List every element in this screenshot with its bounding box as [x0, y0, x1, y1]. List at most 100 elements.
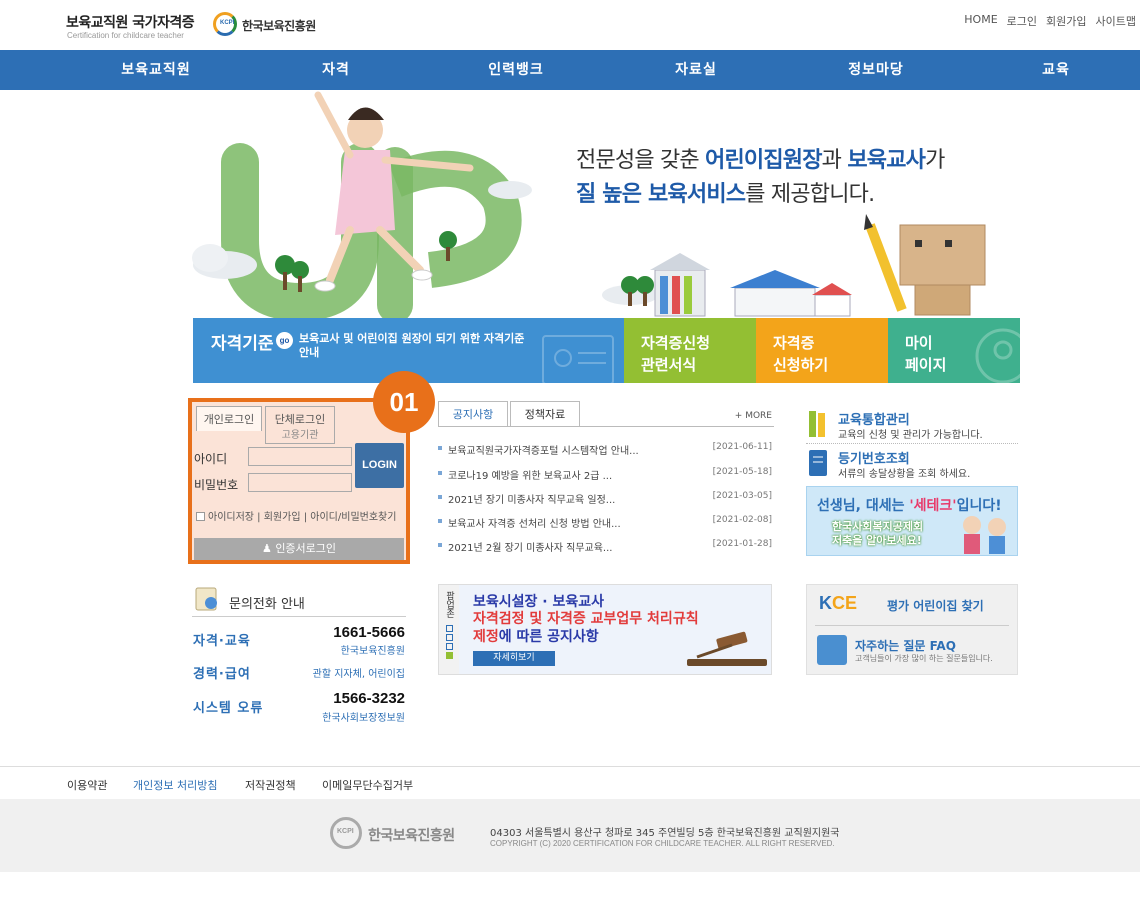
pager-dot[interactable]	[445, 643, 453, 650]
site-footer: KCPI 한국보육진흥원 04303 서울특별시 용산구 청파로 345 주연빌…	[0, 799, 1140, 872]
footer-org-name: 한국보육진흥원	[368, 828, 455, 844]
tab-policy[interactable]: 정책자료	[510, 401, 580, 427]
faq-link[interactable]: 자주하는 질문 FAQ	[855, 637, 956, 654]
password-input[interactable]	[248, 473, 352, 492]
utility-nav: HOME 로그인 회원가입 사이트맵	[964, 13, 1136, 29]
edu-management-link[interactable]: 교육통합관리 교육의 신청 및 관리가 가능합니다.	[806, 409, 1018, 441]
contact-label: 자격·교육	[193, 634, 251, 649]
email-refusal-link[interactable]: 이메일무단수집거부	[322, 777, 413, 793]
bullet-icon	[438, 471, 442, 475]
notice-title: 코로나19 예방을 위한 보육교사 2급 ...	[448, 471, 613, 482]
kce-logo-k: K	[819, 593, 832, 613]
divider	[815, 625, 1009, 626]
save-id-checkbox[interactable]	[196, 512, 205, 521]
contact-title: 문의전화 안내	[229, 597, 305, 612]
notice-date: [2021-05-18]	[712, 467, 772, 477]
nav-item-info[interactable]: 정보마당	[848, 50, 904, 90]
quick-apply[interactable]: 자격증 신청하기	[756, 318, 888, 383]
bullet-icon	[438, 519, 442, 523]
nav-item-library[interactable]: 자료실	[675, 50, 717, 90]
util-sitemap-link[interactable]: 사이트맵	[1096, 13, 1136, 29]
terms-link[interactable]: 이용약관	[67, 777, 107, 793]
contact-label: 시스템 오류	[193, 701, 264, 716]
popup-banner[interactable]: 보육시설장 · 보육교사 자격검정 및 자격증 교부업무 처리규칙 제정에 따른…	[459, 585, 771, 674]
saving-banner[interactable]: 선생님, 대세는 '세테크'입니다! 한국사회복지공제회 저축을 알아보세요!	[806, 486, 1018, 556]
footer-links: 이용약관 개인정보 처리방침 저작권정책 이메일무단수집거부	[0, 766, 1140, 799]
hero-text: 를 제공합니다.	[745, 182, 875, 207]
cert-login-button[interactable]: ♟ 인증서로그인	[194, 538, 404, 560]
login-links: 아이디저장 | 회원가입 | 아이디/비밀번호찾기	[196, 508, 404, 523]
hero-headline-1: 전문성을 갖춘 어린이집원장과 보육교사가	[576, 142, 945, 174]
quick-forms[interactable]: 자격증신청 관련서식	[624, 318, 756, 383]
copyright-link[interactable]: 저작권정책	[245, 777, 296, 793]
join-link[interactable]: 회원가입	[264, 512, 301, 523]
org-name: 한국보육진흥원	[242, 19, 316, 33]
registered-mail-link[interactable]: 등기번호조회 서류의 송달상황을 조회 하세요.	[806, 448, 1018, 480]
tab-personal-login[interactable]: 개인로그인	[196, 406, 262, 431]
site-subtitle: Certification for childcare teacher	[67, 31, 184, 40]
notice-title: 2021년 장기 미종사자 직무교육 일정...	[448, 495, 616, 506]
qm-mypage-line2: 페이지	[905, 356, 947, 374]
list-item[interactable]: 보육교직원국가자격증포털 시스템작업 안내... [2021-06-11]	[438, 442, 774, 457]
privacy-link[interactable]: 개인정보 처리방침	[133, 777, 217, 793]
quick-mypage[interactable]: 마이 페이지	[888, 318, 1020, 383]
quick-menu: 자격기준 go 보육교사 및 어린이집 원장이 되기 위한 자격기준 안내 자격…	[193, 318, 1020, 383]
notice-board: 공지사항 정책자료 + MORE 보육교직원국가자격증포털 시스템작업 안내..…	[438, 401, 774, 561]
contact-org: 한국보육진흥원	[340, 646, 405, 657]
nav-item-education[interactable]: 교육	[1042, 50, 1070, 90]
faq-desc: 고객님들이 가장 많이 하는 질문들입니다.	[855, 654, 993, 663]
find-account-link[interactable]: 아이디/비밀번호찾기	[310, 512, 396, 523]
popup-detail-button[interactable]: 자세히보기	[473, 651, 555, 666]
hero-headline-2: 질 높은 보육서비스를 제공합니다.	[576, 176, 875, 208]
cert-login-label: 인증서로그인	[275, 542, 337, 555]
kce-find-link[interactable]: 평가 어린이집 찾기	[887, 597, 984, 614]
id-label: 아이디	[194, 452, 228, 466]
hero-highlight: 질 높은 보육서비스	[576, 182, 746, 207]
notice-date: [2021-02-08]	[712, 515, 772, 525]
site-title-link[interactable]: 보육교직원 국가자격증	[66, 12, 195, 32]
pager-dot-active[interactable]	[445, 652, 453, 659]
hero-text: 과	[821, 148, 848, 173]
gavel-icon	[687, 631, 767, 666]
qm-forms-line1: 자격증신청	[641, 334, 711, 352]
kce-logo-ce: CE	[832, 593, 858, 613]
bullet-icon	[438, 446, 442, 450]
book-icon	[809, 450, 827, 476]
phone-book-icon	[195, 587, 217, 611]
footer-logo-text: KCPI	[337, 828, 354, 835]
contact-number: 1566-3232	[333, 690, 405, 707]
list-item[interactable]: 코로나19 예방을 위한 보육교사 2급 ... [2021-05-18]	[438, 467, 774, 482]
banner-sub-line2: 저축을 알아보세요!	[832, 534, 922, 547]
pencil-icon	[809, 411, 825, 437]
nav-item-talent-bank[interactable]: 인력뱅크	[488, 50, 544, 90]
kce-logo[interactable]: KCE	[819, 593, 857, 614]
popup-line2: 자격검정 및 자격증 교부업무 처리규칙	[473, 611, 699, 627]
login-button[interactable]: LOGIN	[355, 443, 404, 488]
util-join-link[interactable]: 회원가입	[1046, 13, 1086, 29]
nav-item-staff[interactable]: 보육교직원	[121, 50, 190, 90]
pager-dot[interactable]	[445, 634, 453, 641]
footer-copyright: COPYRIGHT (C) 2020 CERTIFICATION FOR CHI…	[490, 839, 835, 848]
list-item[interactable]: 2021년 2월 장기 미종사자 직무교육... [2021-01-28]	[438, 539, 774, 554]
person-icon	[975, 328, 1020, 383]
list-item[interactable]: 2021년 장기 미종사자 직무교육 일정... [2021-03-05]	[438, 491, 774, 506]
more-link[interactable]: + MORE	[735, 411, 772, 421]
id-input[interactable]	[248, 447, 352, 466]
qm-apply-title: 자격증 신청하기	[773, 332, 828, 376]
pager-dot[interactable]	[445, 625, 453, 632]
util-login-link[interactable]: 로그인	[1007, 13, 1037, 29]
document-icon	[542, 335, 614, 383]
popup-line3-highlight: 제정	[473, 629, 499, 645]
hero-text: 가	[925, 148, 945, 173]
tab-employer-login[interactable]: 고용기관	[265, 428, 335, 444]
contact-divider	[192, 616, 406, 617]
contact-number: 1661-5666	[333, 624, 405, 641]
hero-illustration	[192, 91, 986, 318]
tab-notice[interactable]: 공지사항	[438, 401, 508, 427]
list-item[interactable]: 보육교사 자격증 선처리 신청 방법 안내... [2021-02-08]	[438, 515, 774, 530]
contact-info: 문의전화 안내 자격·교육 1661-5666 한국보육진흥원 경력·급여 관할…	[192, 585, 406, 725]
qm-apply-line2: 신청하기	[773, 356, 829, 374]
nav-item-qualification[interactable]: 자격	[322, 50, 350, 90]
user-icon: ♟	[261, 542, 272, 555]
util-home-link[interactable]: HOME	[964, 13, 997, 29]
